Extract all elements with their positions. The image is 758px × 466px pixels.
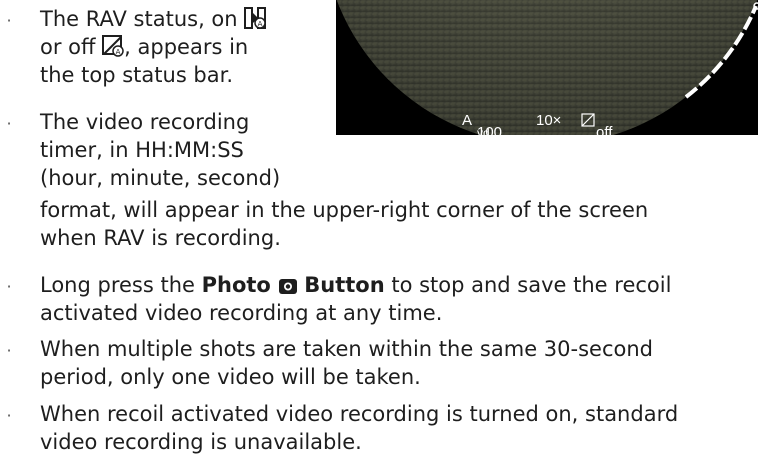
bullet-2-line-5: when RAV is recording. [40, 226, 281, 250]
bullet-1-line-1: The RAV status, on A [40, 5, 267, 33]
bullet-2-line-4: format, will appear in the upper-right c… [40, 198, 649, 222]
bullet-2-line-1: The video recording [40, 110, 250, 134]
camera-icon [278, 279, 297, 294]
bullet-marker: · [6, 406, 12, 425]
bullet-1-line-3: the top status bar. [40, 63, 234, 87]
rav-off-icon [581, 113, 595, 127]
rav-on-icon: A [244, 7, 267, 29]
svg-text:A: A [258, 20, 263, 28]
bullet-marker: · [6, 341, 12, 360]
bullet-4-line-2: period, only one video will be taken. [40, 365, 421, 389]
bullet-5-line-1: When recoil activated video recording is… [40, 402, 679, 426]
bullet-2-line-2: timer, in HH:MM:SS [40, 138, 244, 162]
bullet-5-line-2: video recording is unavailable. [40, 430, 362, 454]
scope-screenshot: A 100 yd 10× off [336, 0, 758, 135]
bullet-2-line-3: (hour, minute, second) [40, 166, 281, 190]
bullet-marker: · [6, 11, 12, 30]
bullet-4-line-1: When multiple shots are taken within the… [40, 337, 653, 361]
bullet-3-line-2: activated video recording at any time. [40, 301, 443, 325]
scope-rav-state: off [581, 107, 612, 135]
scope-zoom: 10× [536, 112, 562, 129]
scope-mode: A [462, 112, 473, 129]
bullet-marker: · [6, 114, 12, 133]
rav-off-icon: A [102, 35, 124, 57]
scope-status-bar: A 100 yd 10× off [336, 95, 758, 135]
svg-text:A: A [116, 48, 121, 56]
bullet-1-line-2: or off A , appears in [40, 35, 249, 59]
bullet-marker: · [6, 277, 12, 296]
bullet-3-line-1: Long press the Photo Button to stop and … [40, 273, 672, 297]
